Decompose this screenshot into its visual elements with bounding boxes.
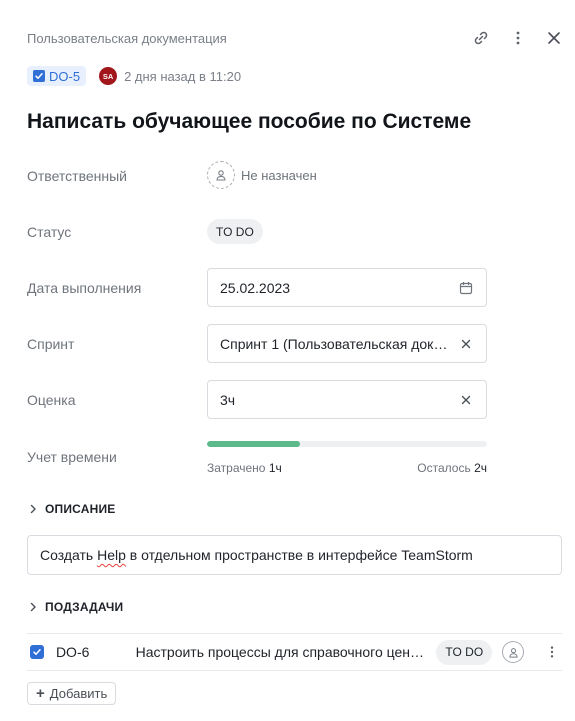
author-avatar[interactable]: SA [99, 67, 118, 85]
task-meta: DO-5 SA 2 дня назад в 11:20 [27, 66, 241, 86]
assignee-label: Ответственный [27, 168, 127, 184]
task-key: DO-5 [49, 68, 81, 84]
time-progress-fill [207, 441, 301, 447]
time-remaining-value: 2ч [474, 461, 487, 475]
subtasks-section-title: ПОДЗАДАЧИ [45, 600, 124, 614]
sprint-value: Спринт 1 (Пользовательская документация) [220, 335, 450, 352]
plus-icon: + [36, 685, 45, 702]
estimate-field[interactable]: 3ч [207, 380, 487, 419]
subtask-key[interactable]: DO-6 [56, 644, 136, 660]
link-icon[interactable] [471, 28, 491, 48]
due-date-field[interactable]: 25.02.2023 [207, 268, 487, 307]
chevron-right-icon [27, 503, 39, 515]
subtask-checkbox[interactable] [30, 645, 44, 659]
clear-estimate-icon[interactable] [458, 392, 474, 408]
panel-header: Пользовательская документация [27, 28, 567, 48]
status-label: Статус [27, 224, 72, 240]
user-placeholder-icon[interactable] [502, 641, 525, 663]
subtasks-section-toggle[interactable]: ПОДЗАДАЧИ [27, 600, 123, 614]
assignee-selector[interactable]: Не назначен [207, 161, 317, 189]
time-spent: Затрачено 1ч [207, 461, 282, 475]
add-subtask-button[interactable]: + Добавить [27, 682, 117, 705]
user-placeholder-icon [207, 161, 235, 189]
close-icon[interactable] [544, 28, 564, 48]
assignee-value: Не назначен [241, 167, 317, 183]
add-subtask-label: Добавить [49, 686, 108, 701]
estimate-label: Оценка [27, 392, 76, 408]
project-breadcrumb[interactable]: Пользовательская документация [27, 31, 227, 46]
more-vertical-icon[interactable] [542, 642, 562, 662]
description-text[interactable]: Создать Help в отдельном пространстве в … [27, 535, 562, 575]
time-tracking-label: Учет времени [27, 449, 117, 465]
description-section-title: ОПИСАНИЕ [45, 502, 116, 516]
chevron-right-icon [27, 601, 39, 613]
sprint-label: Спринт [27, 336, 75, 352]
more-vertical-icon[interactable] [508, 28, 528, 48]
description-text-end: в отдельном пространстве в интерфейсе Te… [125, 547, 473, 563]
subtask-row[interactable]: DO-6 Настроить процессы для справочного … [27, 633, 562, 671]
subtask-title[interactable]: Настроить процессы для справочного центр… [136, 644, 425, 660]
time-spent-label: Затрачено [207, 461, 266, 475]
subtask-status-badge[interactable]: TO DO [436, 639, 493, 665]
task-checkbox-icon [33, 70, 45, 82]
time-progress-bar[interactable] [207, 441, 487, 447]
estimate-value: 3ч [220, 391, 236, 408]
description-section-toggle[interactable]: ОПИСАНИЕ [27, 502, 116, 516]
task-title[interactable]: Написать обучающее пособие по Системе [27, 110, 471, 134]
due-date-value: 25.02.2023 [220, 279, 291, 296]
description-misspelled-word: Help [97, 547, 126, 563]
time-remaining-label: Осталось [417, 461, 471, 475]
sprint-field[interactable]: Спринт 1 (Пользовательская документация) [207, 324, 487, 363]
status-badge[interactable]: TO DO [207, 219, 263, 244]
calendar-icon[interactable] [458, 280, 474, 296]
description-text-start: Создать [40, 547, 98, 563]
due-date-label: Дата выполнения [27, 280, 142, 296]
created-timestamp: 2 дня назад в 11:20 [124, 68, 242, 84]
task-key-chip[interactable]: DO-5 [27, 66, 87, 86]
clear-sprint-icon[interactable] [458, 336, 474, 352]
time-spent-value: 1ч [268, 461, 282, 475]
time-remaining: Осталось 2ч [417, 461, 487, 475]
